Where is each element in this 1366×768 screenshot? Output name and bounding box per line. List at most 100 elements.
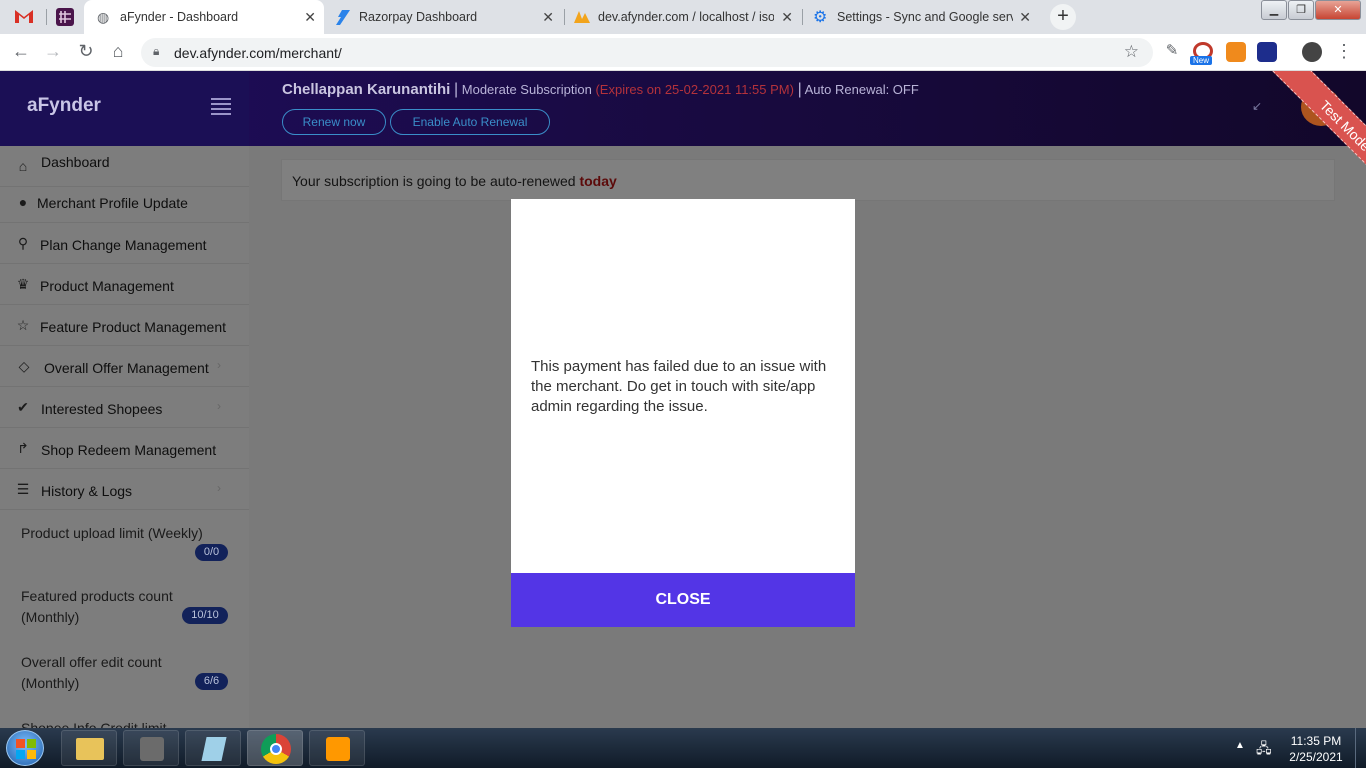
chrome-icon: [261, 734, 291, 764]
taskbar-explorer[interactable]: [61, 730, 117, 766]
brand-area: aFynder: [0, 71, 249, 146]
stat-badge: 6/6: [195, 673, 228, 690]
sidebar-item-dashboard[interactable]: ⌂ Dashboard: [0, 146, 249, 187]
gmail-pinned-tab[interactable]: [14, 8, 36, 26]
sidebar-item-history-logs[interactable]: ☰ History & Logs ›: [0, 469, 249, 510]
hamburger-menu-icon[interactable]: [211, 98, 231, 115]
menu-dots-icon[interactable]: ⋮: [1332, 41, 1356, 62]
window-close-button[interactable]: ✕: [1315, 0, 1361, 20]
browser-toolbar: ← → ↻ ⌂ 🔒︎ dev.afynder.com/merchant/ ☆ ✎…: [0, 34, 1366, 71]
windows-taskbar: ▲ 🖧︎ 11:35 PM 2/25/2021: [0, 728, 1366, 768]
sidebar-item-plan-change[interactable]: ⚲ Plan Change Management: [0, 223, 249, 264]
eyedropper-extension-icon[interactable]: ✎: [1160, 41, 1184, 59]
taskbar-chrome[interactable]: [247, 730, 303, 766]
chevron-right-icon: ›: [217, 481, 221, 495]
sidebar-item-overall-offer[interactable]: ◇ Overall Offer Management ›: [0, 346, 249, 387]
sidebar-item-label: Dashboard: [41, 154, 110, 170]
stat-shopee-info-credit-limit: Shopee Info Credit limit: [0, 716, 249, 728]
sidebar-item-interested-shopees[interactable]: ✔ Interested Shopees ›: [0, 387, 249, 428]
home-icon[interactable]: ⌂: [106, 41, 130, 62]
close-icon[interactable]: ✕: [1019, 9, 1031, 26]
profile-extension-icon[interactable]: [1302, 42, 1322, 62]
phpmyadmin-icon: [574, 11, 590, 23]
diamond-icon: ◇: [18, 358, 30, 374]
network-icon[interactable]: 🖧︎: [1256, 738, 1272, 762]
url-text: dev.afynder.com/merchant/: [174, 45, 342, 61]
chevron-right-icon: ›: [217, 358, 221, 372]
stat-label: Product upload limit (Weekly): [21, 525, 203, 541]
browser-tab-strip: ◍ aFynder - Dashboard ✕ Razorpay Dashboa…: [0, 0, 1366, 34]
taskbar-notes-app[interactable]: [185, 730, 241, 766]
sidebar: ⌂ Dashboard ● Merchant Profile Update ⚲ …: [0, 146, 249, 728]
tab-title: dev.afynder.com / localhost / iso: [598, 10, 774, 24]
stat-label: Featured products count (Monthly): [21, 588, 173, 625]
show-desktop-button[interactable]: [1355, 728, 1366, 768]
enable-auto-renewal-button[interactable]: Enable Auto Renewal: [390, 109, 550, 135]
sidebar-item-merchant-profile[interactable]: ● Merchant Profile Update: [0, 182, 249, 223]
notice-message: Your subscription is going to be auto-re…: [292, 173, 576, 189]
maximize-button[interactable]: ❐: [1288, 0, 1314, 20]
modal-message: This payment has failed due to an issue …: [531, 358, 827, 415]
payment-failed-modal: This payment has failed due to an issue …: [511, 199, 855, 573]
sidebar-item-label: Product Management: [40, 278, 174, 294]
sidebar-item-label: Plan Change Management: [40, 237, 207, 253]
new-tab-button[interactable]: +: [1050, 4, 1076, 30]
new-badge: New: [1190, 56, 1213, 65]
system-clock[interactable]: 11:35 PM 2/25/2021: [1283, 733, 1349, 765]
close-button[interactable]: CLOSE: [511, 573, 855, 627]
stat-featured-products-count: Featured products count (Monthly) 10/10: [0, 582, 249, 642]
close-icon[interactable]: ✕: [304, 9, 316, 26]
stat-overall-offer-edit-count: Overall offer edit count (Monthly) 6/6: [0, 648, 249, 708]
stat-label: Overall offer edit count (Monthly): [21, 654, 162, 691]
stat-badge: 10/10: [182, 607, 228, 624]
tab-title: aFynder - Dashboard: [120, 10, 239, 24]
screen-extension-icon[interactable]: [1257, 42, 1277, 62]
check-icon: ✔: [17, 399, 29, 415]
separator: |: [797, 81, 802, 98]
subscription-plan: Moderate Subscription: [461, 82, 592, 97]
close-icon[interactable]: ✕: [542, 9, 554, 26]
renew-now-button[interactable]: Renew now: [282, 109, 386, 135]
globe-icon: ◍: [97, 9, 110, 25]
slack-pinned-tab[interactable]: [56, 8, 74, 26]
tray-arrow-icon[interactable]: ▲: [1235, 740, 1245, 751]
brand-logo[interactable]: aFynder: [27, 95, 101, 117]
sidebar-item-label: Overall Offer Management: [44, 360, 209, 376]
sidebar-item-label: Feature Product Management: [40, 319, 226, 335]
sidebar-item-label: History & Logs: [41, 483, 133, 499]
lock-icon: [140, 737, 164, 761]
clock-date: 2/25/2021: [1289, 750, 1343, 764]
tab-afynder-dashboard[interactable]: ◍ aFynder - Dashboard ✕: [84, 0, 324, 34]
start-button[interactable]: [6, 730, 44, 766]
subscription-info: Chellappan Karunantihi | Moderate Subscr…: [282, 81, 919, 99]
lock-icon: 🔒︎: [153, 44, 160, 58]
auto-renewal-status: Auto Renewal: OFF: [804, 82, 919, 97]
sidebar-item-shop-redeem[interactable]: ↱ Shop Redeem Management: [0, 428, 249, 469]
back-icon[interactable]: ←: [9, 41, 33, 62]
forward-icon[interactable]: →: [41, 41, 65, 62]
folder-icon: [76, 738, 104, 760]
reload-icon[interactable]: ↻: [74, 41, 98, 62]
razorpay-icon: [336, 10, 350, 25]
taskbar-sublime[interactable]: [309, 730, 365, 766]
clock-time: 11:35 PM: [1290, 734, 1342, 748]
minimize-button[interactable]: ▁: [1261, 0, 1287, 20]
tab-phpmyadmin[interactable]: dev.afynder.com / localhost / iso ✕: [565, 0, 801, 34]
gear-icon: ⚙: [813, 9, 828, 26]
sidebar-item-product-management[interactable]: ♛ Product Management: [0, 264, 249, 305]
search-icon: ⚲: [17, 235, 29, 251]
merchant-name: Chellappan Karunantihi: [282, 81, 451, 98]
tab-settings-sync[interactable]: ⚙ Settings - Sync and Google servic ✕: [803, 0, 1039, 34]
separator: |: [453, 81, 459, 98]
tab-razorpay[interactable]: Razorpay Dashboard ✕: [326, 0, 562, 34]
sublime-icon: [326, 737, 350, 761]
taskbar-security-app[interactable]: [123, 730, 179, 766]
address-bar[interactable]: 🔒︎ dev.afynder.com/merchant/ ☆: [141, 38, 1153, 67]
sidebar-item-feature-product[interactable]: ☆ Feature Product Management: [0, 305, 249, 346]
bookmark-star-icon[interactable]: ☆: [1124, 42, 1139, 62]
auto-renew-notice: Your subscription is going to be auto-re…: [281, 159, 1335, 201]
close-icon[interactable]: ✕: [781, 9, 793, 26]
sidebar-item-label: Interested Shopees: [41, 401, 163, 417]
amazon-extension-icon[interactable]: [1226, 42, 1246, 62]
expiry-text: (Expires on 25-02-2021 11:55 PM): [595, 82, 794, 97]
